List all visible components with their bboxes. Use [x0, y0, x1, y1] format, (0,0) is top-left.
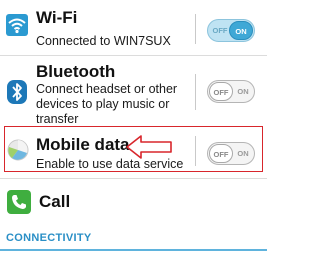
pointer-arrow-icon: [125, 134, 173, 165]
bluetooth-toggle-on-label: ON: [237, 87, 249, 96]
mobile-data-toggle-on-label: ON: [237, 149, 249, 158]
wifi-toggle-off-label: OFF: [212, 26, 228, 35]
mobile-data-divider: [195, 136, 196, 166]
bluetooth-title: Bluetooth: [36, 62, 116, 81]
bluetooth-icon: [7, 80, 27, 109]
mobile-data-toggle[interactable]: OFF ON: [207, 142, 255, 165]
bluetooth-toggle[interactable]: OFF ON: [207, 80, 255, 103]
wifi-toggle[interactable]: OFF ON: [207, 19, 255, 42]
bluetooth-divider: [195, 74, 196, 110]
bluetooth-subtitle-line-3: transfer: [36, 112, 79, 126]
wifi-toggle-knob: ON: [229, 21, 253, 40]
wifi-setting-row[interactable]: Wi-Fi Connected to WIN7SUX OFF ON: [0, 0, 267, 50]
mobile-data-icon: [7, 139, 29, 166]
bluetooth-subtitle-line-1: Connect headset or other: [36, 82, 178, 96]
row-separator: [0, 178, 267, 179]
phone-icon: [7, 190, 31, 219]
wifi-title: Wi-Fi: [36, 8, 78, 27]
bluetooth-setting-row[interactable]: Bluetooth Connect headset or other devic…: [0, 56, 267, 126]
section-header-underline: [0, 249, 267, 251]
bluetooth-subtitle-line-2: devices to play music or: [36, 97, 170, 111]
section-header-connectivity: CONNECTIVITY: [6, 232, 92, 244]
mobile-data-title: Mobile data: [36, 135, 130, 154]
call-title: Call: [39, 192, 71, 211]
wifi-subtitle: Connected to WIN7SUX: [36, 34, 171, 48]
mobile-data-setting-row[interactable]: Mobile data Enable to use data service O…: [0, 126, 267, 172]
wifi-divider: [195, 14, 196, 44]
wifi-icon: [6, 14, 28, 41]
call-setting-row[interactable]: Call: [0, 180, 267, 224]
mobile-data-toggle-knob: OFF: [209, 144, 233, 163]
bluetooth-toggle-knob: OFF: [209, 82, 233, 101]
